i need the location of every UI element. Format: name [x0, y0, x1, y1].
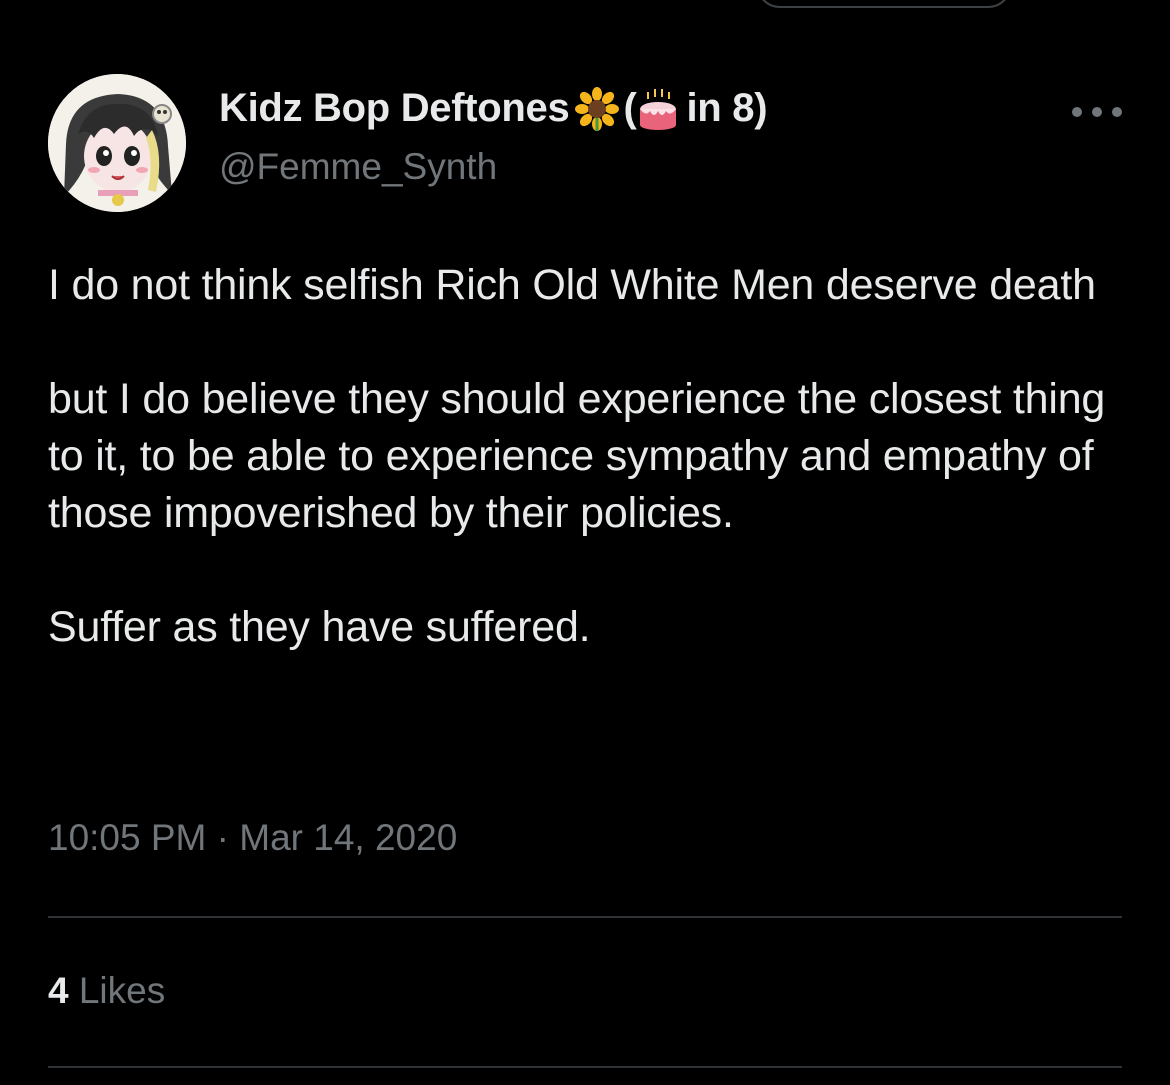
divider — [48, 1066, 1122, 1068]
user-handle[interactable]: @Femme_Synth — [219, 146, 497, 188]
tweet-paragraph: Suffer as they have suffered. — [48, 603, 591, 651]
name-suffix: in 8) — [686, 86, 768, 130]
more-options-icon[interactable] — [1072, 100, 1122, 124]
dot — [1072, 107, 1082, 117]
tweet-paragraph: but I do believe they should experience … — [48, 375, 1106, 537]
likes-count: 4 — [48, 970, 69, 1011]
tweet-timestamp[interactable]: 10:05 PM · Mar 14, 2020 — [48, 817, 457, 859]
top-button-partial[interactable] — [756, 0, 1012, 8]
divider — [48, 916, 1122, 918]
dot — [1112, 107, 1122, 117]
dot — [1092, 107, 1102, 117]
meta-separator: · — [206, 817, 240, 858]
tweet-date: Mar 14, 2020 — [239, 817, 458, 858]
name-paren-open: ( — [623, 86, 637, 130]
display-name[interactable]: Kidz Bop Deftones (in 8) — [219, 86, 768, 131]
avatar-illustration — [48, 74, 186, 212]
author-name: Kidz Bop Deftones — [219, 86, 570, 130]
tweet-paragraph: I do not think selfish Rich Old White Me… — [48, 261, 1096, 309]
avatar[interactable] — [48, 74, 186, 212]
tweet-text: I do not think selfish Rich Old White Me… — [48, 257, 1138, 656]
likes-label: Likes — [78, 970, 166, 1011]
likes-stat[interactable]: 4 Likes — [48, 970, 165, 1012]
birthday-cake-icon — [636, 87, 680, 131]
tweet-time: 10:05 PM — [48, 817, 207, 858]
sunflower-icon — [575, 86, 620, 131]
